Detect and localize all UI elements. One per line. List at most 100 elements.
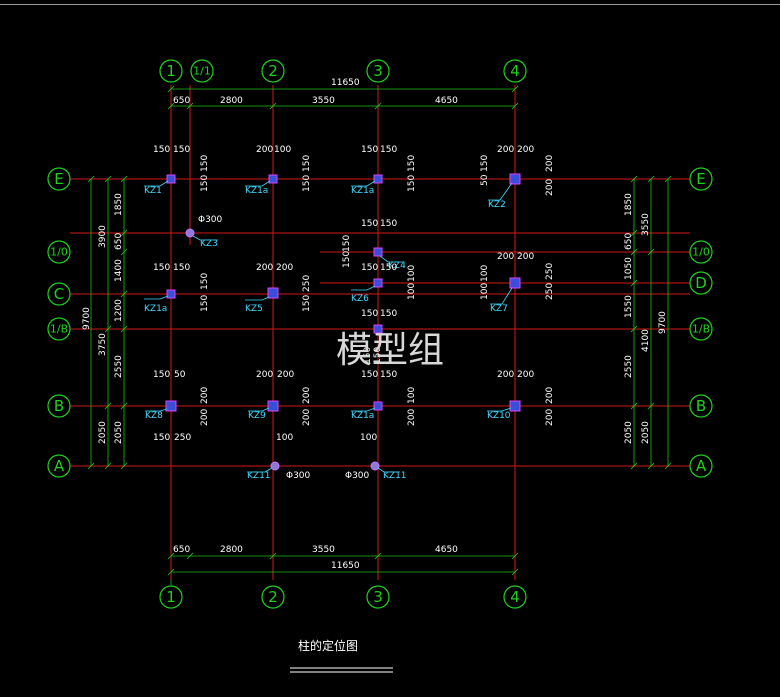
left-total-dim: 9700: [82, 307, 92, 330]
column-label: KZ9: [248, 411, 266, 421]
column-dim: 150: [200, 155, 210, 172]
column-label: KZ5: [245, 304, 263, 314]
column-kz3: [185, 228, 195, 238]
column-dim: 200: [545, 387, 555, 404]
bottom-dim-seg: 650: [173, 545, 190, 555]
top-dimensions: 11650 650 2800 3550 4650: [167, 78, 519, 110]
right-dimensions: 1850 650 1050 1550 2550 2050 3550 4100 2…: [624, 175, 672, 470]
top-dim-seg: 2800: [220, 96, 243, 106]
axis-label: 1: [166, 588, 176, 606]
column-dim: 200: [256, 145, 273, 155]
column-dim: 150: [173, 263, 190, 273]
column-dim: 100: [407, 283, 417, 300]
column-dim: 150: [302, 155, 312, 172]
column-dim: 150: [200, 273, 210, 290]
top-dim-seg: 4650: [435, 96, 458, 106]
top-dim-seg: 650: [173, 96, 190, 106]
column-dia: Φ300: [198, 215, 223, 225]
column-dim: 150: [302, 175, 312, 192]
watermark: 模型组: [336, 330, 444, 371]
column-dim: 200: [200, 409, 210, 426]
column-dim: 250: [545, 283, 555, 300]
column-dim: 150: [380, 145, 397, 155]
left-inner-dim: 650: [114, 233, 124, 250]
column-dim: 150: [407, 155, 417, 172]
column-label: KZ6: [351, 294, 369, 304]
column-kz5: [267, 287, 279, 299]
column-kz4: [373, 247, 383, 257]
column-kz10: [509, 400, 521, 412]
column-dim: 250: [545, 263, 555, 280]
column-kz11: [370, 461, 380, 471]
top-dim-seg: 3550: [312, 96, 335, 106]
column-dim: 150: [342, 251, 352, 268]
column-dim: 100: [276, 433, 293, 443]
column-dim: 150: [361, 219, 378, 229]
right-total-dim: 9700: [658, 311, 668, 334]
column-dim: 150: [480, 155, 490, 172]
column-dim: 150: [342, 235, 352, 252]
column-dim: 200: [517, 252, 534, 262]
column-layout-drawing: 11650 650 2800 3550 4650 650 2800 3550 4…: [47, 59, 713, 673]
column-kz11: [270, 461, 280, 471]
column-label: KZ8: [145, 411, 163, 421]
column-dim: 150: [361, 309, 378, 319]
column-label: KZ1a: [245, 186, 268, 196]
left-inner-dim: 2550: [114, 355, 124, 378]
column-dim: 200: [517, 145, 534, 155]
column-dim: 150: [153, 433, 170, 443]
column-dim: 200: [256, 263, 273, 273]
axis-label: 4: [510, 588, 520, 606]
column-label: KZ1a: [351, 186, 374, 196]
column-dim: 200: [545, 409, 555, 426]
right-inner-dim: 2550: [624, 355, 634, 378]
column-kz1a: [373, 401, 383, 411]
axis-label: B: [54, 397, 64, 415]
column-label: KZ2: [488, 200, 506, 210]
right-inner-dim: 650: [624, 233, 634, 250]
column-dim: 150: [302, 295, 312, 312]
right-outer-dim: 4100: [641, 329, 651, 352]
bottom-dim-seg: 4650: [435, 545, 458, 555]
column-dia: Φ300: [345, 471, 370, 481]
column-dim: 100: [480, 265, 490, 282]
axis-bubbles-right: E 1/0 D 1/B B A: [689, 167, 713, 478]
top-total-dim: 11650: [331, 78, 360, 88]
axis-label: 1/B: [50, 323, 68, 336]
axis-bubbles-bottom: 1 2 3 4: [159, 580, 527, 609]
bottom-dim-seg: 3550: [312, 545, 335, 555]
axis-label: 1: [166, 62, 176, 80]
left-dimensions: 9700 3900 3750 2050 1850 650 1400 1200 2…: [82, 175, 128, 470]
column-kz6: [373, 278, 383, 288]
bottom-total-dim: 11650: [331, 561, 360, 571]
column-kz1: [166, 174, 176, 184]
left-outer-dim: 2050: [98, 421, 108, 444]
axis-label: B: [696, 397, 706, 415]
axis-label: 3: [373, 588, 383, 606]
bottom-dimensions: 650 2800 3550 4650 11650: [167, 545, 519, 576]
column-dim: 200: [200, 387, 210, 404]
column-kz7: [509, 277, 521, 289]
axis-label: A: [54, 457, 65, 475]
column-dim: 200: [302, 409, 312, 426]
column-dim: 200: [276, 263, 293, 273]
column-dim: 200: [545, 179, 555, 196]
axis-label: 1/B: [692, 323, 710, 336]
columns: KZ1 150 150 150 150 KZ1a 200 100 150 150…: [144, 145, 555, 481]
column-dim: 100: [407, 265, 417, 282]
column-kz1a: [268, 174, 278, 184]
column-dim: 150: [361, 263, 378, 273]
column-dim: 200: [497, 370, 514, 380]
axis-label: 2: [268, 588, 278, 606]
column-dim: 150: [380, 263, 397, 273]
column-dim: 200: [497, 252, 514, 262]
column-dim: 250: [302, 275, 312, 292]
column-dim: 200: [256, 370, 273, 380]
axis-label: 3: [373, 62, 383, 80]
column-kz8: [165, 400, 177, 412]
right-inner-dim: 2050: [624, 421, 634, 444]
column-dim: 150: [153, 263, 170, 273]
axis-label: 2: [268, 62, 278, 80]
axis-bubbles-left: E 1/0 C 1/B B A: [47, 167, 71, 478]
right-inner-dim: 1050: [624, 257, 634, 280]
